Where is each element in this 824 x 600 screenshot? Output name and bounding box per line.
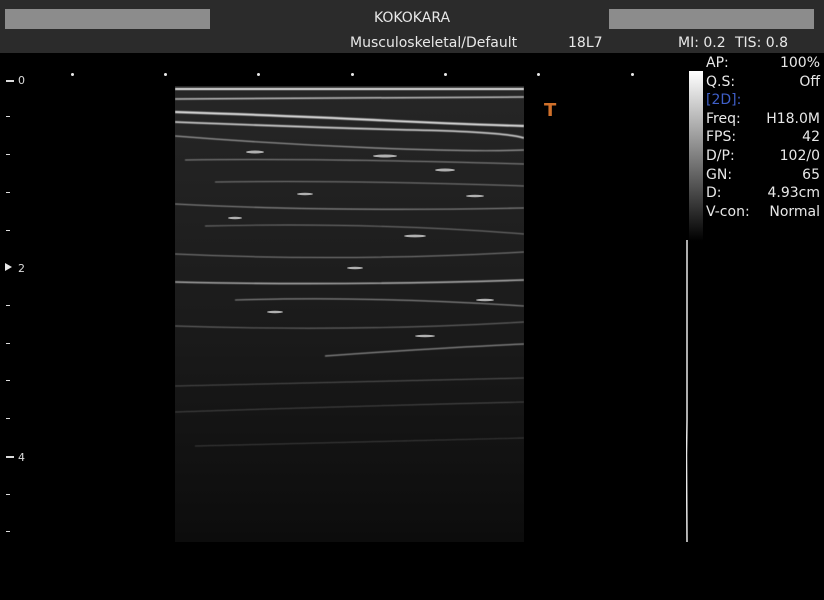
param-label: FPS:: [706, 129, 737, 146]
param-row-vcon: V-con: Normal: [706, 203, 820, 222]
param-value: Off: [799, 73, 820, 90]
depth-minor-tick: [6, 116, 10, 117]
param-label: Q.S:: [706, 73, 736, 90]
depth-label-0: 0: [18, 74, 25, 87]
depth-minor-tick: [6, 305, 10, 306]
param-row-gain: GN: 65: [706, 166, 820, 185]
param-row-freq: Freq: H18.0M: [706, 110, 820, 129]
grayscale-map-bar: [689, 71, 703, 241]
depth-label-4: 4: [18, 451, 25, 464]
depth-scale: 0 2 4: [0, 53, 40, 553]
mode-section-2d: [2D]:: [706, 92, 742, 109]
depth-minor-tick: [6, 494, 10, 495]
depth-minor-tick: [6, 380, 10, 381]
lateral-scale-dot: [71, 73, 74, 76]
param-value: H18.0M: [766, 110, 820, 127]
focus-marker-icon[interactable]: [5, 263, 12, 271]
param-value: 102/0: [779, 147, 820, 164]
depth-minor-tick: [6, 154, 10, 155]
param-row-depth: D: 4.93cm: [706, 184, 820, 203]
param-label: AP:: [706, 55, 729, 71]
param-label: GN:: [706, 166, 733, 183]
lateral-scale-dot: [537, 73, 540, 76]
param-value: 100%: [779, 55, 820, 71]
depth-major-tick: [6, 456, 14, 458]
redacted-date-info: [609, 9, 814, 29]
depth-minor-tick: [6, 230, 10, 231]
lateral-scale-dot: [444, 73, 447, 76]
param-value: 42: [802, 129, 820, 146]
depth-minor-tick: [6, 418, 10, 419]
depth-minor-tick: [6, 192, 10, 193]
lateral-scale-dot: [631, 73, 634, 76]
lateral-scale-dot: [351, 73, 354, 76]
mechanical-index: MI: 0.2: [678, 35, 726, 51]
param-value: 65: [802, 166, 820, 183]
ultrasound-echo-texture: [175, 86, 524, 542]
param-label: D:: [706, 185, 722, 202]
param-row-dp: D/P: 102/0: [706, 147, 820, 166]
tgc-curve: [686, 240, 688, 542]
depth-minor-tick: [6, 531, 10, 532]
exam-preset[interactable]: Musculoskeletal/Default: [350, 35, 517, 51]
probe-name[interactable]: 18L7: [568, 35, 603, 51]
param-label: V-con:: [706, 203, 750, 220]
ultrasound-image[interactable]: [175, 86, 524, 542]
thermal-index: TIS: 0.8: [735, 35, 788, 51]
header-bar: KOKOKARA Musculoskeletal/Default 18L7 MI…: [0, 0, 824, 53]
depth-major-tick: [6, 80, 14, 82]
param-row-qs: Q.S: Off: [706, 73, 820, 92]
param-row-ap: AP: 100%: [706, 54, 820, 73]
lateral-scale-dot: [164, 73, 167, 76]
param-value: 4.93cm: [767, 185, 820, 202]
param-row-fps: FPS: 42: [706, 128, 820, 147]
lateral-scale-dot: [257, 73, 260, 76]
param-label: D/P:: [706, 147, 735, 164]
param-value: Normal: [769, 203, 820, 220]
imaging-parameters-panel: AP: 100% Q.S: Off [2D]: Freq: H18.0M FPS…: [706, 54, 820, 221]
param-label: Freq:: [706, 110, 741, 127]
depth-label-2: 2: [18, 262, 25, 275]
depth-minor-tick: [6, 343, 10, 344]
orientation-marker: T: [544, 100, 557, 121]
